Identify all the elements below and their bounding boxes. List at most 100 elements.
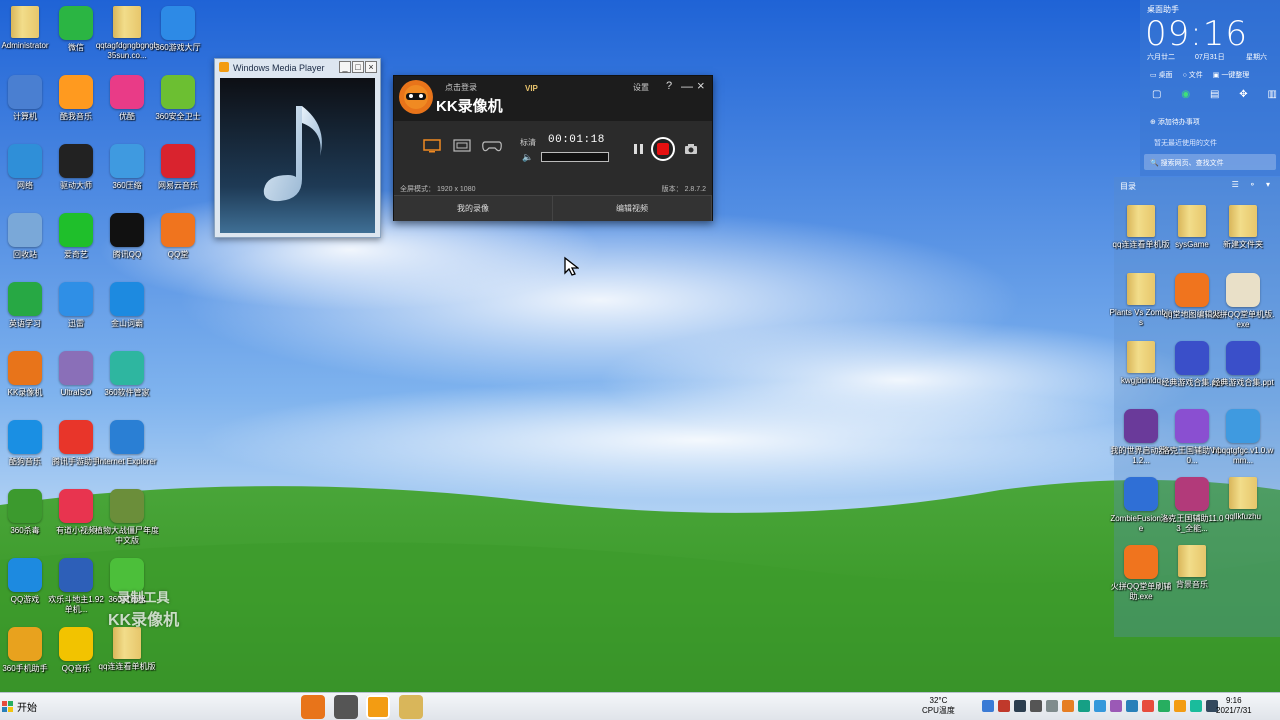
zip-icon <box>1226 409 1260 443</box>
media-player-title: Windows Media Player <box>233 62 325 73</box>
panel-item-11[interactable]: hpqqtgfgc.v1.0.wmm... <box>1210 405 1276 466</box>
youku-icon <box>110 75 144 109</box>
record-mode-info: 全屏模式： 1920 x 1080 <box>400 186 476 193</box>
desktop-icon-27[interactable]: 植物大战僵尸年度中文版 <box>94 485 160 546</box>
pin-icon[interactable]: ✥ <box>1239 89 1247 100</box>
volume-bar[interactable] <box>541 152 609 162</box>
lunar-date: 六月廿二 <box>1147 54 1175 61</box>
screenshot-camera-icon[interactable] <box>684 142 698 160</box>
desktop-icon-label: 360游戏大厅 <box>155 43 201 52</box>
login-link[interactable]: 点击登录 <box>445 82 477 93</box>
kugou-icon <box>8 420 42 454</box>
media-player-titlebar[interactable]: Windows Media Player _ □ × <box>215 59 380 76</box>
panel-item-5[interactable]: 火拼QQ堂单机版.exe <box>1210 269 1276 330</box>
desktop-icon-3[interactable]: 360游戏大厅 <box>145 2 211 53</box>
tray-icon[interactable] <box>982 700 994 712</box>
settings-link[interactable]: 设置 <box>633 82 649 93</box>
tray-icon[interactable] <box>1046 700 1058 712</box>
widget-clock: 09:16 <box>1145 14 1248 54</box>
desktop-icon-15[interactable]: QQ堂 <box>145 209 211 260</box>
desktop-icon-7[interactable]: 360安全卫士 <box>145 71 211 122</box>
fullscreen-mode-button[interactable] <box>419 135 445 157</box>
help-button[interactable]: ? <box>666 80 672 92</box>
tray-icon[interactable] <box>1110 700 1122 712</box>
tray-icon[interactable] <box>1094 700 1106 712</box>
ppt-icon <box>1226 341 1260 375</box>
media-player-window[interactable]: Windows Media Player _ □ × <box>214 58 381 238</box>
tray-icon[interactable] <box>1158 700 1170 712</box>
widget-search-input[interactable]: 🔍 搜索网页、查找文件 <box>1144 154 1276 170</box>
dict-icon <box>110 282 144 316</box>
desktop-icon-11[interactable]: 网易云音乐 <box>145 140 211 191</box>
taskbar: 开始 32°C CPU温度 9:16 2021/7/31 <box>0 692 1280 720</box>
game-mode-button[interactable] <box>479 135 505 157</box>
media-player-visualization <box>220 78 375 233</box>
mouse-cursor-icon <box>564 256 579 276</box>
stop-record-button[interactable] <box>651 137 675 161</box>
disc-icon <box>59 351 93 385</box>
circle-icon[interactable]: ◉ <box>1181 89 1190 100</box>
minimize-button[interactable]: _ <box>339 61 351 73</box>
tidy-button[interactable]: ▣ 一键整理 <box>1213 70 1250 80</box>
youdao-icon <box>59 489 93 523</box>
start-button[interactable]: 开始 <box>2 699 37 714</box>
add-todo-button[interactable]: ⊕ 添加待办事项 <box>1150 117 1200 127</box>
widget-date: 07月31日 <box>1195 54 1225 61</box>
my-recordings-button[interactable]: 我的录像 <box>394 196 553 221</box>
tray-icon[interactable] <box>1174 700 1186 712</box>
taskbar-explorer-icon[interactable] <box>399 695 423 719</box>
desktop-icon-label: qq连连看单机版 <box>98 662 156 671</box>
tray-icon[interactable] <box>1062 700 1074 712</box>
edit-video-button[interactable]: 编辑视频 <box>553 196 712 221</box>
desktop-icon-33[interactable]: qq连连看单机版 <box>94 623 160 672</box>
tray-icon[interactable] <box>1142 700 1154 712</box>
close-button[interactable]: × <box>697 78 705 93</box>
desktop-tab[interactable]: ▭ 桌面 <box>1150 70 1173 80</box>
folder-icon <box>1127 205 1155 237</box>
panel-item-8[interactable]: 经典游戏合集.ppt <box>1210 337 1276 388</box>
panel-item-16[interactable]: 背景音乐 <box>1159 541 1225 590</box>
desktop-icon-24[interactable]: Internet Explorer <box>94 416 160 467</box>
tray-icon[interactable] <box>1014 700 1026 712</box>
tray-icon[interactable] <box>1126 700 1138 712</box>
computer-icon <box>8 75 42 109</box>
file-search-tab[interactable]: ○ 文件 <box>1183 70 1203 80</box>
desktop-folder-panel[interactable]: 目录 ☰ ⚬ ▾ qq连连看单机版 sysGame 新建文件夹 Plants Vs Z… <box>1110 177 1280 637</box>
folder-icon <box>1127 341 1155 373</box>
maximize-button[interactable]: □ <box>352 61 364 73</box>
screenshot-icon[interactable]: ▢ <box>1152 89 1161 100</box>
desktop-assistant-widget[interactable]: 桌面助手 09:16 六月廿二 07月31日 星期六 ▭ 桌面 ○ 文件 ▣ 一… <box>1140 0 1280 176</box>
tray-icon[interactable] <box>998 700 1010 712</box>
panel-menu-icon[interactable]: ☰ ⚬ ▾ <box>1232 180 1274 189</box>
pause-button[interactable] <box>631 142 645 156</box>
window-mode-button[interactable] <box>449 135 475 157</box>
panel-item-label: 背景音乐 <box>1176 580 1208 589</box>
desktop-icon-label: 金山词霸 <box>111 319 143 328</box>
tray-icon[interactable] <box>1030 700 1042 712</box>
panel-item-label: 经典游戏合集.ppt <box>1212 378 1274 387</box>
note-icon[interactable]: ▤ <box>1210 89 1219 100</box>
tray-icon[interactable] <box>1078 700 1090 712</box>
vip-badge[interactable]: VIP <box>525 84 538 93</box>
panel-item-label: 新建文件夹 <box>1223 240 1263 249</box>
system-tray[interactable] <box>982 700 1218 712</box>
desktop-icon-21[interactable]: 360软件管家 <box>94 347 160 398</box>
taskbar-avatar-icon[interactable] <box>334 695 358 719</box>
tray-icon[interactable] <box>1190 700 1202 712</box>
desktop-icon-18[interactable]: 金山词霸 <box>94 278 160 329</box>
netease-music-icon <box>161 144 195 178</box>
close-button[interactable]: × <box>365 61 377 73</box>
desktop-icon-label: 植物大战僵尸年度中文版 <box>95 526 159 545</box>
desktop-icon-label: Internet Explorer <box>97 457 157 466</box>
minimize-button[interactable]: — <box>681 79 693 93</box>
taskbar-kk-recorder-icon[interactable] <box>301 695 325 719</box>
more-icon[interactable]: ▥ <box>1268 89 1277 100</box>
kk-recorder-window[interactable]: 点击登录 KK录像机 VIP 设置 ? — × 标清 00:01:18 🔈 全屏… <box>393 75 713 221</box>
qq-tang-icon <box>161 213 195 247</box>
taskbar-media-player-icon[interactable] <box>366 695 390 719</box>
panel-item-14[interactable]: qqllkfuzhu <box>1210 473 1276 522</box>
panel-item-2[interactable]: 新建文件夹 <box>1210 201 1276 250</box>
volume-icon[interactable]: 🔈 <box>522 152 533 163</box>
quality-label[interactable]: 标清 <box>520 137 536 148</box>
taskbar-clock[interactable]: 9:16 2021/7/31 <box>1216 696 1252 716</box>
